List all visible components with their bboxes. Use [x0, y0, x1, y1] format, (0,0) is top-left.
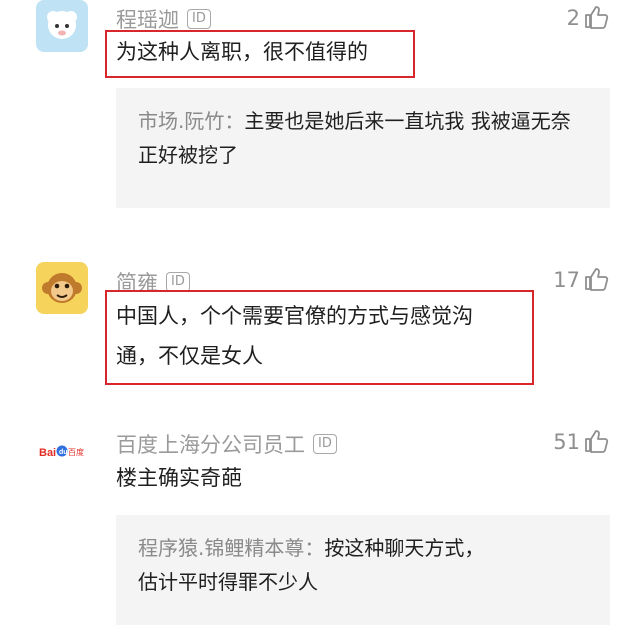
svg-text:Bai: Bai	[39, 447, 56, 459]
like-button[interactable]: 2	[567, 4, 609, 30]
id-badge: ID	[166, 272, 190, 292]
like-button[interactable]: 51	[553, 428, 609, 454]
baidu-logo-icon: Bai du 百度	[39, 445, 84, 459]
avatar[interactable]	[36, 0, 88, 52]
reply-text: 估计平时得罪不少人	[138, 570, 318, 594]
thumbs-up-icon	[585, 268, 609, 291]
avatar[interactable]	[36, 262, 88, 314]
reply-username[interactable]: 市场.阮竹：	[138, 109, 244, 133]
comment-text-line: 中国人，个个需要官僚的方式与感觉沟	[116, 304, 473, 328]
id-badge: ID	[187, 9, 211, 29]
thumbs-up-icon	[585, 6, 609, 29]
comment-text: 楼主确实奇葩	[116, 466, 242, 490]
comment-text: 中国人，个个需要官僚的方式与感觉沟 通，不仅是女人	[116, 296, 473, 376]
like-button[interactable]: 17	[553, 266, 609, 292]
comment-text-line: 通，不仅是女人	[116, 344, 263, 368]
reply-box[interactable]: 市场.阮竹：主要也是她后来一直坑我 我被逼无奈 正好被挖了	[116, 88, 610, 208]
avatar[interactable]: Bai du 百度	[38, 431, 86, 471]
comment-text: 为这种人离职，很不值得的	[116, 40, 368, 64]
reply-text: 按这种聊天方式，	[324, 536, 485, 560]
like-count: 2	[566, 6, 580, 30]
like-count: 17	[553, 268, 580, 292]
comment-username[interactable]: 百度上海分公司员工 ID	[116, 429, 337, 459]
sheep-avatar-icon	[47, 11, 77, 39]
svg-text:百度: 百度	[68, 447, 84, 457]
reply-box[interactable]: 程序猿.锦鲤精本尊：按这种聊天方式， 估计平时得罪不少人	[116, 515, 610, 625]
svg-text:du: du	[59, 449, 68, 456]
like-count: 51	[553, 430, 580, 454]
reply-username[interactable]: 程序猿.锦鲤精本尊：	[138, 536, 324, 560]
monkey-avatar-icon	[42, 273, 82, 303]
thumbs-up-icon	[585, 430, 609, 453]
id-badge: ID	[313, 434, 337, 454]
username-text[interactable]: 百度上海分公司员工	[116, 429, 305, 459]
